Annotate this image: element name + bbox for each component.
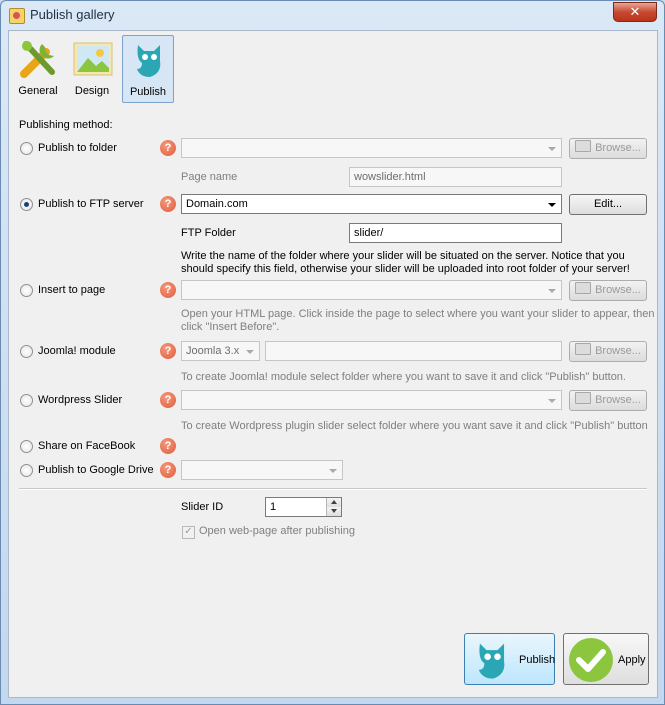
page-name-field: wowslider.html: [349, 167, 562, 187]
browse-insert-label: Browse...: [595, 284, 641, 296]
publish-button-label: Publish: [519, 654, 556, 666]
window-title: Publish gallery: [30, 7, 115, 22]
open-after-label: Open web-page after publishing: [199, 525, 355, 537]
radio-insert-to-page[interactable]: [20, 284, 33, 297]
browse-wordpress-label: Browse...: [595, 394, 641, 406]
browse-folder-button: Browse...: [569, 138, 647, 159]
publish-button[interactable]: Publish: [464, 633, 555, 685]
tab-publish-label: Publish: [129, 86, 167, 98]
publish-google-drive-label: Publish to Google Drive: [38, 464, 154, 476]
owl-icon: [478, 643, 505, 679]
chevron-down-icon: [548, 203, 556, 207]
insert-to-page-label: Insert to page: [38, 284, 106, 296]
publish-gallery-window: Publish gallery ✕ General Design Publish…: [0, 0, 665, 705]
insert-page-combo: [181, 280, 562, 300]
page-name-label: Page name: [181, 171, 238, 183]
radio-publish-to-ftp[interactable]: [20, 198, 33, 211]
browse-folder-label: Browse...: [595, 142, 641, 154]
apply-button[interactable]: Apply: [563, 633, 649, 685]
wordpress-slider-label: Wordpress Slider: [38, 394, 123, 406]
chevron-down-icon: [548, 147, 556, 151]
google-drive-combo: [181, 460, 343, 480]
joomla-version-combo: Joomla 3.x: [181, 341, 260, 361]
joomla-note: To create Joomla! module select folder w…: [181, 371, 626, 383]
radio-wordpress-slider[interactable]: [20, 394, 33, 407]
radio-joomla-module[interactable]: [20, 345, 33, 358]
insert-note-line1: Open your HTML page. Click inside the pa…: [181, 308, 655, 320]
help-icon[interactable]: ?: [160, 392, 176, 408]
browse-joomla-label: Browse...: [595, 345, 641, 357]
section-label: Publishing method:: [19, 119, 113, 131]
help-icon[interactable]: ?: [160, 343, 176, 359]
slider-id-value: 1: [270, 501, 277, 513]
ftp-server-value: Domain.com: [186, 198, 248, 210]
ftp-note-line2: should specify this field, otherwise you…: [181, 263, 630, 275]
chevron-down-icon: [246, 350, 254, 354]
page-name-value: wowslider.html: [354, 171, 426, 183]
open-after-checkbox: ✓: [182, 526, 195, 539]
radio-share-facebook[interactable]: [20, 440, 33, 453]
radio-publish-to-folder[interactable]: [20, 142, 33, 155]
folder-icon: [575, 140, 592, 152]
picture-icon: [73, 42, 113, 76]
spin-down-icon[interactable]: [326, 507, 341, 516]
insert-note-line2: click "Insert Before".: [181, 321, 280, 333]
edit-ftp-button[interactable]: Edit...: [569, 194, 647, 215]
checkmark-icon: [569, 638, 613, 682]
share-facebook-label: Share on FaceBook: [38, 440, 136, 452]
dialog-body: General Design Publish Publishing method…: [8, 30, 658, 698]
wordpress-note: To create Wordpress plugin slider select…: [181, 420, 648, 432]
browse-wordpress-button: Browse...: [569, 390, 647, 411]
folder-icon: [575, 282, 592, 294]
ftp-folder-input[interactable]: slider/: [349, 223, 562, 243]
folder-icon: [575, 343, 592, 355]
apply-button-label: Apply: [618, 654, 646, 666]
slider-id-label: Slider ID: [181, 501, 224, 513]
chevron-down-icon: [548, 289, 556, 293]
joomla-path-field: [265, 341, 562, 361]
app-icon: [9, 8, 25, 24]
owl-icon: [137, 45, 161, 77]
tab-design[interactable]: Design: [67, 35, 117, 101]
radio-publish-google-drive[interactable]: [20, 464, 33, 477]
joomla-module-label: Joomla! module: [38, 345, 116, 357]
publish-to-ftp-label: Publish to FTP server: [38, 198, 144, 210]
slider-id-spinner[interactable]: 1: [265, 497, 342, 517]
tab-general-label: General: [18, 85, 58, 97]
title-bar[interactable]: Publish gallery ✕: [1, 1, 664, 29]
browse-joomla-button: Browse...: [569, 341, 647, 362]
help-icon[interactable]: ?: [160, 438, 176, 454]
chevron-down-icon: [329, 469, 337, 473]
joomla-version-value: Joomla 3.x: [186, 345, 240, 357]
ftp-folder-value: slider/: [354, 227, 384, 239]
help-icon[interactable]: ?: [160, 196, 176, 212]
tab-publish[interactable]: Publish: [122, 35, 174, 103]
close-button[interactable]: ✕: [613, 2, 657, 22]
publish-to-folder-label: Publish to folder: [38, 142, 117, 154]
help-icon[interactable]: ?: [160, 282, 176, 298]
ftp-folder-label: FTP Folder: [181, 227, 236, 239]
help-icon[interactable]: ?: [160, 462, 176, 478]
wordpress-path-combo: [181, 390, 562, 410]
separator: [19, 488, 647, 490]
chevron-down-icon: [548, 399, 556, 403]
tab-general[interactable]: General: [13, 35, 63, 101]
folder-path-combo: [181, 138, 562, 158]
help-icon[interactable]: ?: [160, 140, 176, 156]
ftp-server-combo[interactable]: Domain.com: [181, 194, 562, 214]
ftp-note-line1: Write the name of the folder where your …: [181, 250, 625, 262]
folder-icon: [575, 392, 592, 404]
tools-icon: [20, 41, 55, 78]
tab-design-label: Design: [74, 85, 110, 97]
browse-insert-button: Browse...: [569, 280, 647, 301]
